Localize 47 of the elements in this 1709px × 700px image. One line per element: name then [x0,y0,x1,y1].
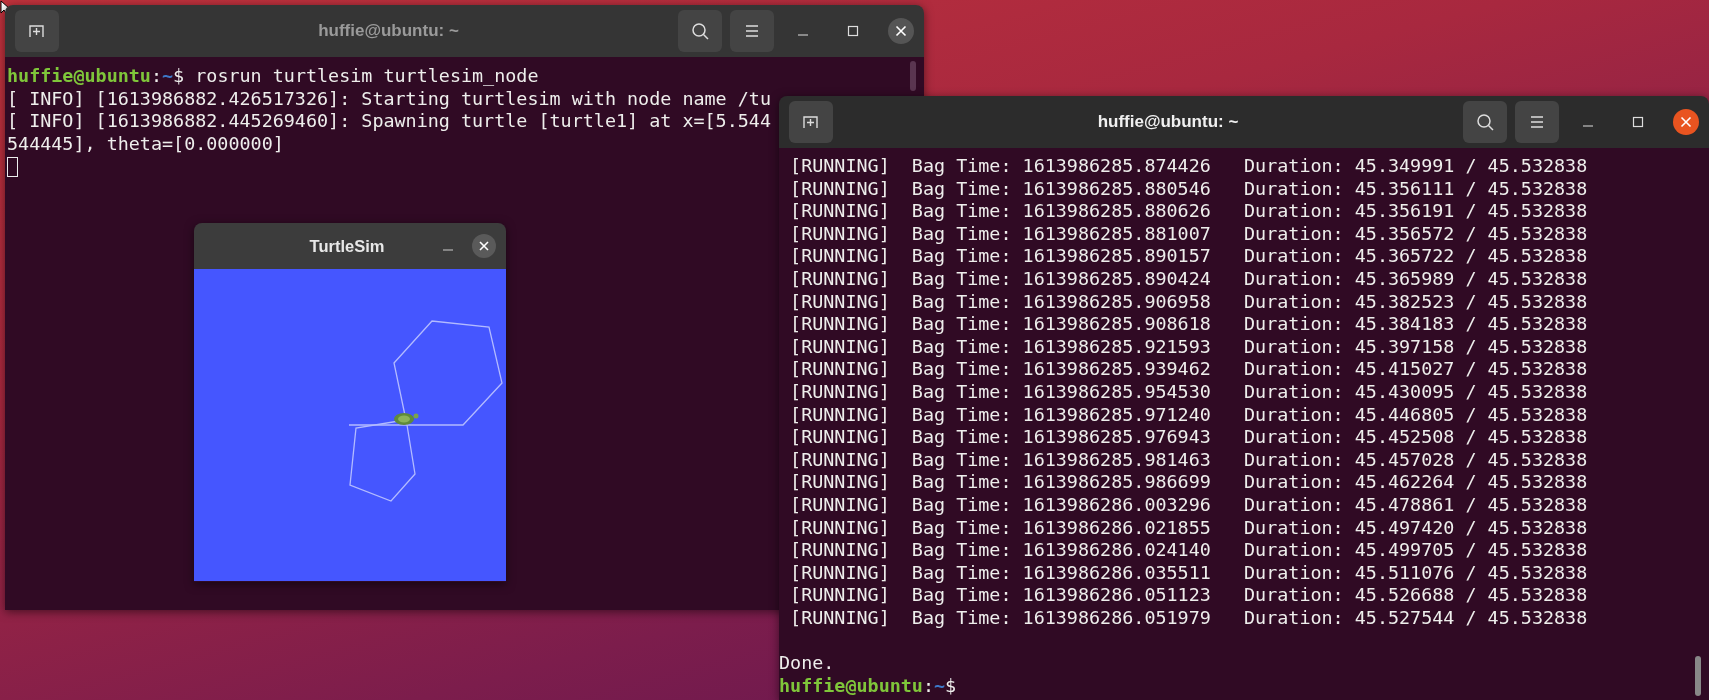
output-line: [RUNNING] Bag Time: 1613986285.971240 Duration: 45.446805 / 45.532838 [789,403,1588,427]
menu-button[interactable] [1515,101,1559,143]
output-line: [RUNNING] Bag Time: 1613986285.874426 Duration: 45.349991 / 45.532838 [789,155,1588,178]
turtle-icon [394,413,419,425]
output-line: [RUNNING] Bag Time: 1613986286.051123 Duration: 45.526688 / 45.532838 [789,584,1588,607]
output-line: [RUNNING] Bag Time: 1613986286.051979 Duration: 45.527544 / 45.532838 [789,606,1588,630]
new-tab-button[interactable] [15,10,59,52]
output-line: [RUNNING] Bag Time: 1613986285.939462 Duration: 45.415027 / 45.532838 [789,358,1588,381]
output-line: [RUNNING] Bag Time: 1613986285.890157 Duration: 45.365722 / 45.532838 [789,245,1588,268]
window-title: huffie@ubuntu: ~ [1096,112,1240,132]
search-button[interactable] [1463,101,1507,143]
output-line: [RUNNING] Bag Time: 1613986286.021855 Duration: 45.497420 / 45.532838 [789,516,1588,540]
menu-button[interactable] [730,10,774,52]
new-tab-button[interactable] [789,101,833,143]
text-cursor [7,156,18,177]
close-icon[interactable] [1673,109,1699,135]
output-line: [RUNNING] Bag Time: 1613986285.986699 Duration: 45.462264 / 45.532838 [789,471,1588,494]
output-line: [ INFO] [1613986882.426517326]: Starting turtlesim with node name /tu [7,87,771,111]
output-line: [RUNNING] Bag Time: 1613986285.880546 Duration: 45.356111 / 45.532838 [789,177,1588,201]
output-line: [RUNNING] Bag Time: 1613986285.908618 Duration: 45.384183 / 45.532838 [789,313,1588,336]
output-line: [RUNNING] Bag Time: 1613986285.880626 Duration: 45.356191 / 45.532838 [789,200,1588,223]
scrollbar-thumb[interactable] [1695,656,1701,696]
output-line: [RUNNING] Bag Time: 1613986285.921593 Duration: 45.397158 / 45.532838 [789,335,1588,359]
search-icon[interactable] [1475,112,1495,132]
close-icon[interactable] [888,18,914,44]
output-line: [RUNNING] Bag Time: 1613986285.906958 Duration: 45.382523 / 45.532838 [789,290,1588,314]
output-line: [ INFO] [1613986882.445269460]: Spawning turtle [turtle1] at x=[5.544 [7,110,771,133]
output-line: [RUNNING] Bag Time: 1613986285.981463 Duration: 45.457028 / 45.532838 [789,448,1588,472]
output-line: [RUNNING] Bag Time: 1613986286.035511 Duration: 45.511076 / 45.532838 [789,561,1588,585]
prompt-line: huffie@ubuntu:~$ rosrun turtlesim turtlesim_node [7,65,539,88]
close-icon[interactable] [472,234,496,258]
output-line: Done. [779,652,835,675]
window-title: TurtleSim [308,236,386,256]
output-line: [RUNNING] Bag Time: 1613986286.024140 Duration: 45.499705 / 45.532838 [789,539,1588,562]
output-line: [RUNNING] Bag Time: 1613986285.890424 Duration: 45.365989 / 45.532838 [789,267,1588,291]
output-line: [RUNNING] Bag Time: 1613986286.003296 Duration: 45.478861 / 45.532838 [789,493,1588,517]
scrollbar-thumb[interactable] [910,61,916,91]
maximize-icon[interactable] [1632,116,1644,128]
output-line: [RUNNING] Bag Time: 1613986285.976943 Duration: 45.452508 / 45.532838 [789,426,1588,449]
maximize-icon[interactable] [847,25,859,37]
prompt-line: huffie@ubuntu:~$ [779,674,957,698]
window-title: huffie@ubuntu: ~ [317,21,460,41]
output-line: [RUNNING] Bag Time: 1613986285.954530 Duration: 45.430095 / 45.532838 [789,380,1588,404]
output-line: [RUNNING] Bag Time: 1613986285.881007 Duration: 45.356572 / 45.532838 [789,222,1588,246]
search-icon[interactable] [690,21,710,41]
search-button[interactable] [678,10,722,52]
output-line: 544445], theta=[0.000000] [7,132,284,156]
